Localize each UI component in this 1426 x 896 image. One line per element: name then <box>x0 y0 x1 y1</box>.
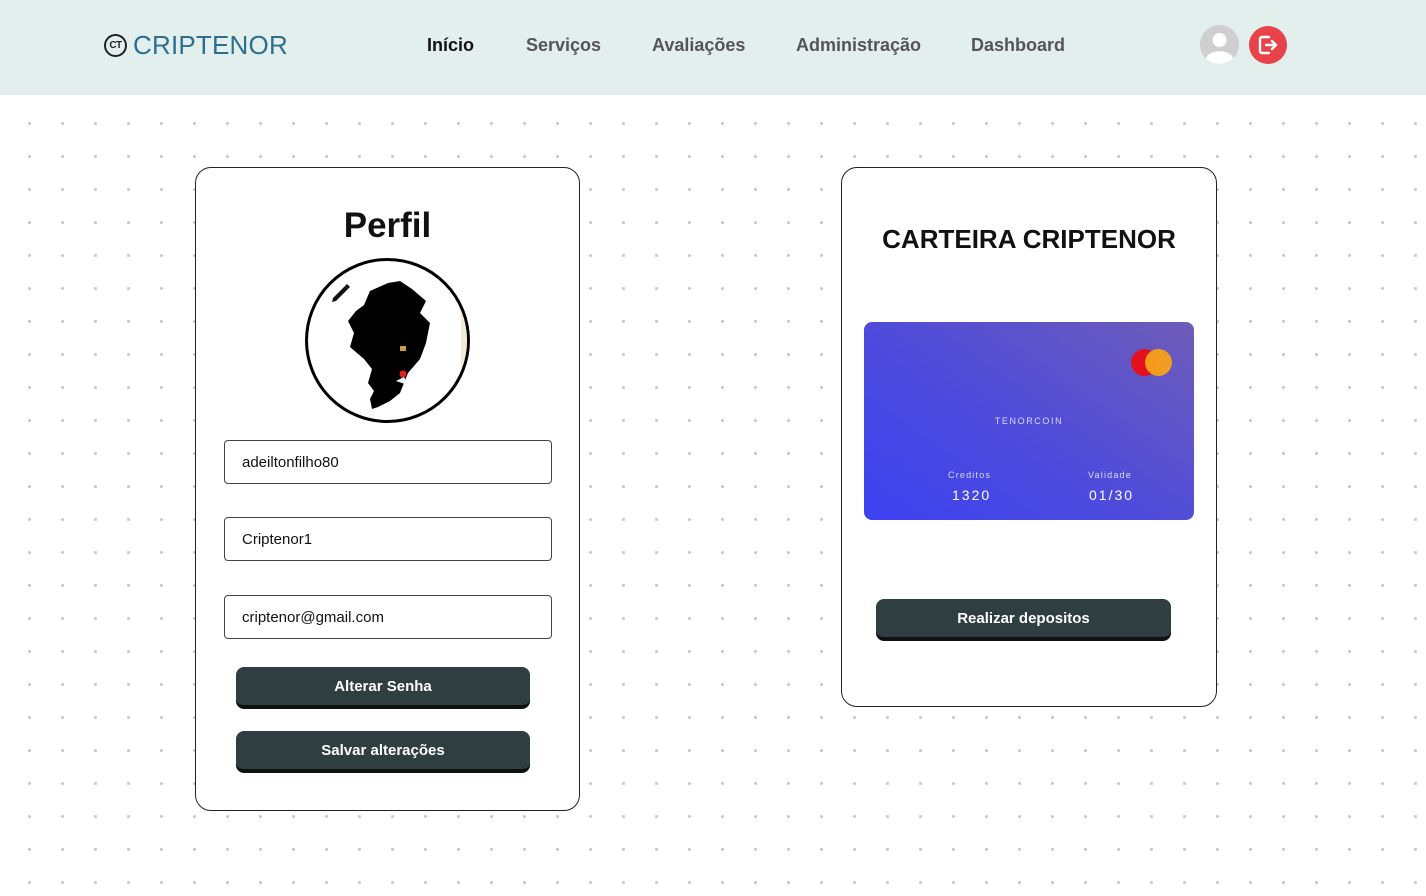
profile-card: Perfil Alterar Senha Salvar alterações <box>195 167 580 811</box>
top-navbar: CT CRIPTENOR Início Serviços Avaliações … <box>0 0 1426 95</box>
change-password-button[interactable]: Alterar Senha <box>236 667 530 707</box>
wallet-title: CARTEIRA CRIPTENOR <box>882 224 1176 254</box>
nav-link-administracao[interactable]: Administração <box>796 35 921 56</box>
wallet-card: CARTEIRA CRIPTENOR TENORCOIN Creditos 13… <box>841 167 1217 707</box>
nav-link-servicos[interactable]: Serviços <box>526 35 601 56</box>
deposit-button[interactable]: Realizar depositos <box>876 599 1171 639</box>
profile-title: Perfil <box>343 206 432 245</box>
mastercard-icon <box>1131 349 1173 377</box>
nav-link-dashboard[interactable]: Dashboard <box>971 35 1065 56</box>
save-changes-button[interactable]: Salvar alterações <box>236 731 530 771</box>
profile-photo[interactable] <box>305 258 470 423</box>
card-brand-text: TENORCOIN <box>994 416 1064 426</box>
user-avatar-icon[interactable] <box>1200 25 1239 64</box>
nav-link-inicio[interactable]: Início <box>427 35 474 56</box>
email-field[interactable] <box>224 595 552 639</box>
logout-icon[interactable] <box>1249 26 1287 64</box>
credits-value: 1320 <box>952 487 992 503</box>
brand-name: CRIPTENOR <box>133 30 288 60</box>
pencil-icon[interactable] <box>330 281 352 303</box>
validity-label: Validade <box>1088 470 1132 480</box>
brand[interactable]: CT CRIPTENOR <box>104 30 288 61</box>
nav-link-avaliacoes[interactable]: Avaliações <box>652 35 745 56</box>
credits-label: Creditos <box>948 470 992 480</box>
username-field[interactable] <box>224 440 552 484</box>
password-field[interactable] <box>224 517 552 561</box>
validity-value: 01/30 <box>1089 487 1135 503</box>
brand-logo-icon: CT <box>104 34 127 57</box>
credit-card: TENORCOIN Creditos 1320 Validade 01/30 <box>864 322 1194 520</box>
